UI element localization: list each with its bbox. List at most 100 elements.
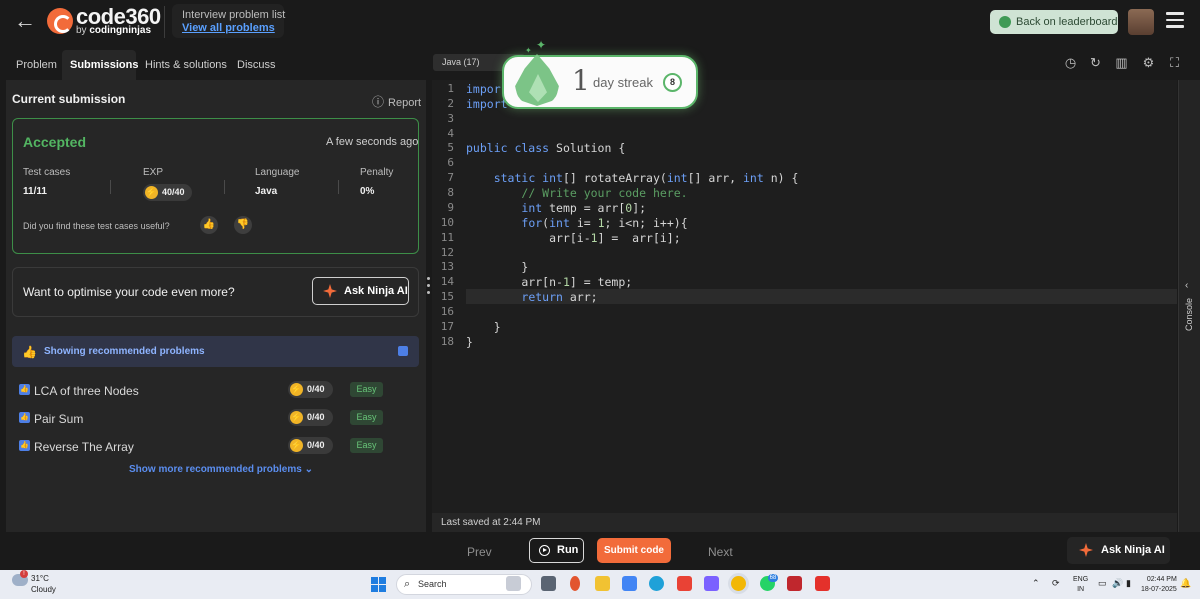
code-line[interactable]: }	[466, 260, 528, 274]
tab-discuss[interactable]: Discuss	[229, 50, 284, 80]
thumbs-up-icon[interactable]: 👍	[200, 216, 218, 234]
test-cases-value: 11/11	[23, 186, 47, 197]
thumbs-up-icon: 👍	[22, 345, 37, 359]
file-explorer-icon[interactable]	[595, 576, 610, 591]
edge-icon[interactable]	[649, 576, 664, 591]
submission-time: A few seconds ago	[326, 136, 419, 148]
column-divider	[110, 180, 111, 194]
test-cases-feedback-question: Did you find these test cases useful?	[23, 221, 170, 231]
submit-code-button[interactable]: Submit code	[597, 538, 671, 563]
ask-ninja-ai-label: Ask Ninja AI	[1101, 544, 1165, 556]
leaderboard-label: Back on leaderboard	[1016, 16, 1118, 28]
tab-hints-solutions[interactable]: Hints & solutions	[137, 50, 235, 80]
reset-code-icon[interactable]: ↻	[1089, 56, 1102, 69]
recommended-header-label: Showing recommended problems	[44, 346, 205, 357]
microphone-icon[interactable]	[570, 576, 580, 591]
run-button[interactable]: Run	[529, 538, 584, 563]
line-number: 4	[447, 127, 454, 140]
fullscreen-icon[interactable]: ⛶	[1168, 56, 1181, 69]
code-line[interactable]: // Write your code here.	[466, 186, 687, 200]
battery-icon[interactable]: ▮	[1126, 578, 1131, 589]
show-recommended-checkbox[interactable]	[398, 346, 408, 356]
wps-office-icon[interactable]	[815, 576, 830, 591]
problem-points: ⚡ 0/40	[288, 437, 333, 454]
streak-count: 1	[572, 64, 590, 97]
streak-label: day streak	[593, 75, 653, 90]
microsoft-store-icon[interactable]	[622, 576, 637, 591]
code-line[interactable]: }	[466, 320, 501, 334]
hamburger-menu-icon[interactable]	[1166, 12, 1184, 30]
back-on-leaderboard-button[interactable]: Back on leaderboard	[990, 10, 1118, 34]
chevron-up-icon[interactable]: ⌃	[1032, 578, 1040, 589]
column-divider	[338, 180, 339, 194]
show-more-label: Show more recommended problems	[129, 464, 302, 475]
code-line[interactable]: return arr;	[466, 290, 597, 304]
chevron-down-icon: ⌄	[304, 464, 313, 475]
logo-by: by	[76, 25, 87, 36]
weather-condition[interactable]: Cloudy	[31, 585, 56, 594]
code-line[interactable]: impor	[466, 82, 501, 96]
input-language[interactable]: ENG IN	[1073, 575, 1088, 595]
test-cases-label: Test cases	[23, 167, 71, 178]
sparkle-icon: ✦	[525, 46, 532, 55]
run-label: Run	[557, 544, 579, 556]
code-line[interactable]: arr[i-1] = arr[i];	[466, 231, 681, 245]
lightning-coin-icon: ⚡	[290, 439, 303, 452]
notification-bell-icon[interactable]: 🔔	[1180, 578, 1191, 589]
submission-status: Accepted	[23, 134, 87, 150]
thumbs-down-icon[interactable]: 👎	[234, 216, 252, 234]
code-line[interactable]: for(int i= 1; i<n; i++){	[466, 216, 687, 230]
code-line[interactable]: import	[466, 97, 508, 111]
clock-time: 02:44 PM	[1146, 576, 1177, 583]
report-button[interactable]: Report	[372, 93, 421, 110]
difficulty-badge: Easy	[350, 438, 383, 453]
code-line[interactable]: arr[n-1] = temp;	[466, 275, 632, 289]
next-button[interactable]: Next	[708, 545, 733, 559]
code360-logo-icon[interactable]	[47, 8, 73, 34]
code-line[interactable]: static int[] rotateArray(int[] arr, int …	[466, 171, 799, 185]
current-submission-heading: Current submission	[12, 92, 126, 106]
ask-ninja-ai-button[interactable]: Ask Ninja AI	[312, 277, 409, 305]
code-line[interactable]: int temp = arr[0];	[466, 201, 646, 215]
volume-icon[interactable]: 🔊	[1112, 578, 1123, 589]
problem-points-value: 0/40	[307, 440, 325, 450]
view-all-problems-link[interactable]: View all problems	[182, 22, 275, 34]
ask-ninja-ai-button[interactable]: Ask Ninja AI	[1067, 537, 1170, 564]
panel-resize-handle[interactable]	[427, 277, 430, 299]
settings-gear-icon[interactable]: ⚙	[1142, 56, 1155, 69]
clock-date: 18-07-2025	[1141, 586, 1177, 593]
timer-icon[interactable]: ◷	[1064, 56, 1077, 69]
tab-problem[interactable]: Problem	[8, 50, 65, 80]
exp-value: 40/40	[162, 187, 185, 197]
prev-button[interactable]: Prev	[467, 545, 492, 559]
tab-submissions[interactable]: Submissions	[62, 50, 138, 80]
line-number: 18	[440, 335, 454, 348]
display-icon[interactable]: ▭	[1098, 578, 1107, 589]
code-line[interactable]: }	[466, 335, 473, 349]
copilot-app-icon[interactable]	[704, 576, 719, 591]
console-label[interactable]: Console	[1184, 298, 1194, 331]
line-number: 8	[447, 186, 454, 199]
back-arrow-icon[interactable]: ←	[14, 10, 36, 32]
line-number: 6	[447, 156, 454, 169]
avatar[interactable]	[1128, 9, 1154, 35]
weather-cloud-icon[interactable]	[12, 570, 28, 586]
sync-icon[interactable]: ⟳	[1052, 578, 1060, 589]
difficulty-badge: Easy	[350, 382, 383, 397]
layout-icon[interactable]: ▥	[1115, 56, 1128, 69]
gmail-icon[interactable]	[677, 576, 692, 591]
app-icon[interactable]	[787, 576, 802, 591]
show-more-recommended-link[interactable]: Show more recommended problems ⌄	[129, 464, 313, 475]
chrome-icon[interactable]	[731, 576, 746, 591]
lang-line-1: ENG	[1073, 576, 1089, 583]
code-line[interactable]: public class Solution {	[466, 141, 625, 155]
problem-name[interactable]: LCA of three Nodes	[34, 384, 139, 398]
problem-name[interactable]: Pair Sum	[34, 412, 83, 426]
taskbar-clock[interactable]: 02:44 PM 18-07-2025	[1141, 575, 1177, 595]
copilot-icon[interactable]	[506, 576, 521, 591]
weather-temperature[interactable]: 31°C	[31, 574, 49, 583]
task-view-icon[interactable]	[541, 576, 556, 591]
problem-name[interactable]: Reverse The Array	[34, 440, 134, 454]
chevron-left-icon[interactable]: ‹	[1185, 280, 1188, 291]
windows-start-icon[interactable]	[371, 577, 386, 592]
